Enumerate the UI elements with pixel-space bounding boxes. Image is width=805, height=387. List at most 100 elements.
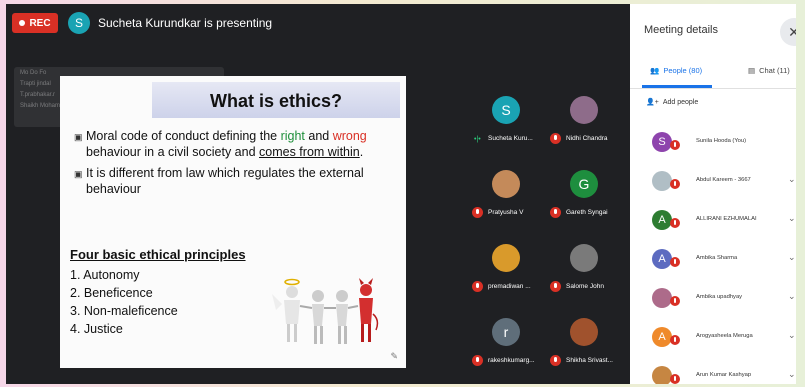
participant-tile[interactable]: Shikha Srivast... xyxy=(546,300,620,370)
avatar: S xyxy=(652,132,672,152)
slide-title: What is ethics? xyxy=(209,91,343,111)
principle-item: 1. Autonomy xyxy=(70,268,140,282)
bullet-text: Moral code of conduct defining the xyxy=(86,129,281,143)
participant-tile[interactable]: G Gareth Syngai xyxy=(546,152,620,222)
person-name: Arun Kumar Kashyap xyxy=(696,372,752,378)
bullet-icon: ▣ xyxy=(74,132,83,142)
list-item[interactable]: A ALLIRANI EZHUMALAI ⌄ xyxy=(630,202,796,241)
mic-off-icon xyxy=(670,335,680,345)
participant-avatar: r xyxy=(492,318,520,346)
people-icon: 👥 xyxy=(650,66,660,75)
people-list: S Sunila Hooda (You) Abdul Kareem - 3667… xyxy=(630,124,796,384)
person-name: Ambika upadhyay xyxy=(696,294,743,300)
principles-list: Four basic ethical principles 1. Autonom… xyxy=(70,246,246,338)
bullet-item: ▣ It is different from law which regulat… xyxy=(74,165,400,197)
participant-tile[interactable]: S •|• Sucheta Kuru... xyxy=(468,78,542,148)
bullet-item: ▣ Moral code of conduct defining the rig… xyxy=(74,128,400,160)
mic-off-icon xyxy=(670,218,680,228)
add-person-icon: 👤+ xyxy=(646,99,659,106)
participant-avatar xyxy=(570,318,598,346)
participant-tile[interactable]: premadiwan ... xyxy=(468,226,542,296)
bullet-text: It is different from law which regulates… xyxy=(86,166,364,196)
bullet-icon: ▣ xyxy=(74,169,83,179)
rec-label: REC xyxy=(29,17,51,29)
mic-off-icon xyxy=(670,140,680,150)
chevron-down-icon[interactable]: ⌄ xyxy=(788,174,796,185)
avatar: A xyxy=(652,327,672,347)
participant-name: Sucheta Kuru... xyxy=(488,135,533,142)
close-icon[interactable]: ✕ xyxy=(780,18,796,46)
principle-item: 4. Justice xyxy=(70,322,123,336)
list-item[interactable]: Ambika upadhyay ⌄ xyxy=(630,280,796,319)
presentation-slide: What is ethics? ▣ Moral code of conduct … xyxy=(60,76,406,368)
mic-off-icon xyxy=(670,374,680,384)
participant-name: Nidhi Chandra xyxy=(566,135,608,142)
participant-avatar xyxy=(492,170,520,198)
slide-title-band: What is ethics? xyxy=(152,82,400,118)
participant-name: Pratyusha V xyxy=(488,209,524,216)
person-name: ALLIRANI EZHUMALAI xyxy=(696,216,757,222)
bullet-word-wrong: wrong xyxy=(332,129,367,143)
chevron-down-icon[interactable]: ⌄ xyxy=(788,369,796,380)
active-tab-indicator xyxy=(642,85,712,88)
list-item[interactable]: Abdul Kareem - 3667 ⌄ xyxy=(630,163,796,202)
participant-name: Shikha Srivast... xyxy=(566,357,613,364)
bullet-text: behaviour in a civil society and xyxy=(86,145,260,159)
mic-off-icon xyxy=(670,296,680,306)
record-dot-icon xyxy=(19,20,26,26)
participant-avatar xyxy=(492,244,520,272)
avatar xyxy=(652,171,672,191)
tab-people-label: People (80) xyxy=(663,66,703,75)
participant-tile[interactable]: r rakeshkumarg... xyxy=(468,300,542,370)
mic-off-icon xyxy=(550,355,561,366)
presenter-avatar: S xyxy=(68,12,90,34)
chevron-down-icon[interactable]: ⌄ xyxy=(788,291,796,302)
panel-tabs: 👥 People (80) ▤ Chat (11) xyxy=(630,58,796,89)
meeting-details-panel: Meeting details ✕ 👥 People (80) ▤ Chat (… xyxy=(630,4,796,384)
bullet-underlined: comes from within xyxy=(259,145,360,159)
chevron-down-icon[interactable]: ⌄ xyxy=(788,213,796,224)
mic-off-icon xyxy=(472,281,483,292)
angel-devil-figures-image xyxy=(272,278,379,344)
principle-item: 3. Non-maleficence xyxy=(70,304,178,318)
presenting-text: Sucheta Kurundkar is presenting xyxy=(98,16,273,30)
pen-icon[interactable]: ✎ xyxy=(390,351,398,362)
participant-tile[interactable]: Pratyusha V xyxy=(468,152,542,222)
top-bar: REC S Sucheta Kurundkar is presenting xyxy=(6,4,624,42)
participant-name: premadiwan ... xyxy=(488,283,531,290)
mic-off-icon xyxy=(550,133,561,144)
principle-item: 2. Beneficence xyxy=(70,286,153,300)
add-people-button[interactable]: 👤+ Add people xyxy=(646,98,699,107)
mic-off-icon xyxy=(550,207,561,218)
participant-name: rakeshkumarg... xyxy=(488,357,535,364)
list-item[interactable]: A Ambika Sharma ⌄ xyxy=(630,241,796,280)
speaking-icon: •|• xyxy=(474,136,481,143)
person-name: Ambika Sharma xyxy=(696,255,738,261)
participant-tile[interactable]: Nidhi Chandra xyxy=(546,78,620,148)
participant-name: Gareth Syngai xyxy=(566,209,608,216)
mic-off-icon xyxy=(670,179,680,189)
tab-chat-label: Chat (11) xyxy=(759,66,790,75)
chevron-down-icon[interactable]: ⌄ xyxy=(788,252,796,263)
slide-bullets: ▣ Moral code of conduct defining the rig… xyxy=(74,128,400,202)
add-people-label: Add people xyxy=(662,98,699,106)
tab-people[interactable]: 👥 People (80) xyxy=(650,66,702,75)
person-name: Sunila Hooda (You) xyxy=(696,138,747,144)
list-item[interactable]: Arun Kumar Kashyap ⌄ xyxy=(630,358,796,384)
avatar: A xyxy=(652,249,672,269)
recording-badge: REC xyxy=(12,13,58,33)
person-name: Abdul Kareem - 3667 xyxy=(696,177,751,183)
list-item[interactable]: A Arogyasheela Meruga ⌄ xyxy=(630,319,796,358)
mic-off-icon xyxy=(670,257,680,267)
person-name: Arogyasheela Meruga xyxy=(696,333,753,339)
tab-chat[interactable]: ▤ Chat (11) xyxy=(748,66,790,75)
bullet-word-right: right xyxy=(280,129,305,143)
bullet-text: and xyxy=(304,129,333,143)
list-item[interactable]: S Sunila Hooda (You) xyxy=(630,124,796,163)
participant-tile[interactable]: Salome John xyxy=(546,226,620,296)
mic-off-icon xyxy=(472,207,483,218)
avatar xyxy=(652,288,672,308)
panel-title: Meeting details xyxy=(644,24,718,36)
meet-window: REC S Sucheta Kurundkar is presenting Mo… xyxy=(6,4,796,384)
chevron-down-icon[interactable]: ⌄ xyxy=(788,330,796,341)
